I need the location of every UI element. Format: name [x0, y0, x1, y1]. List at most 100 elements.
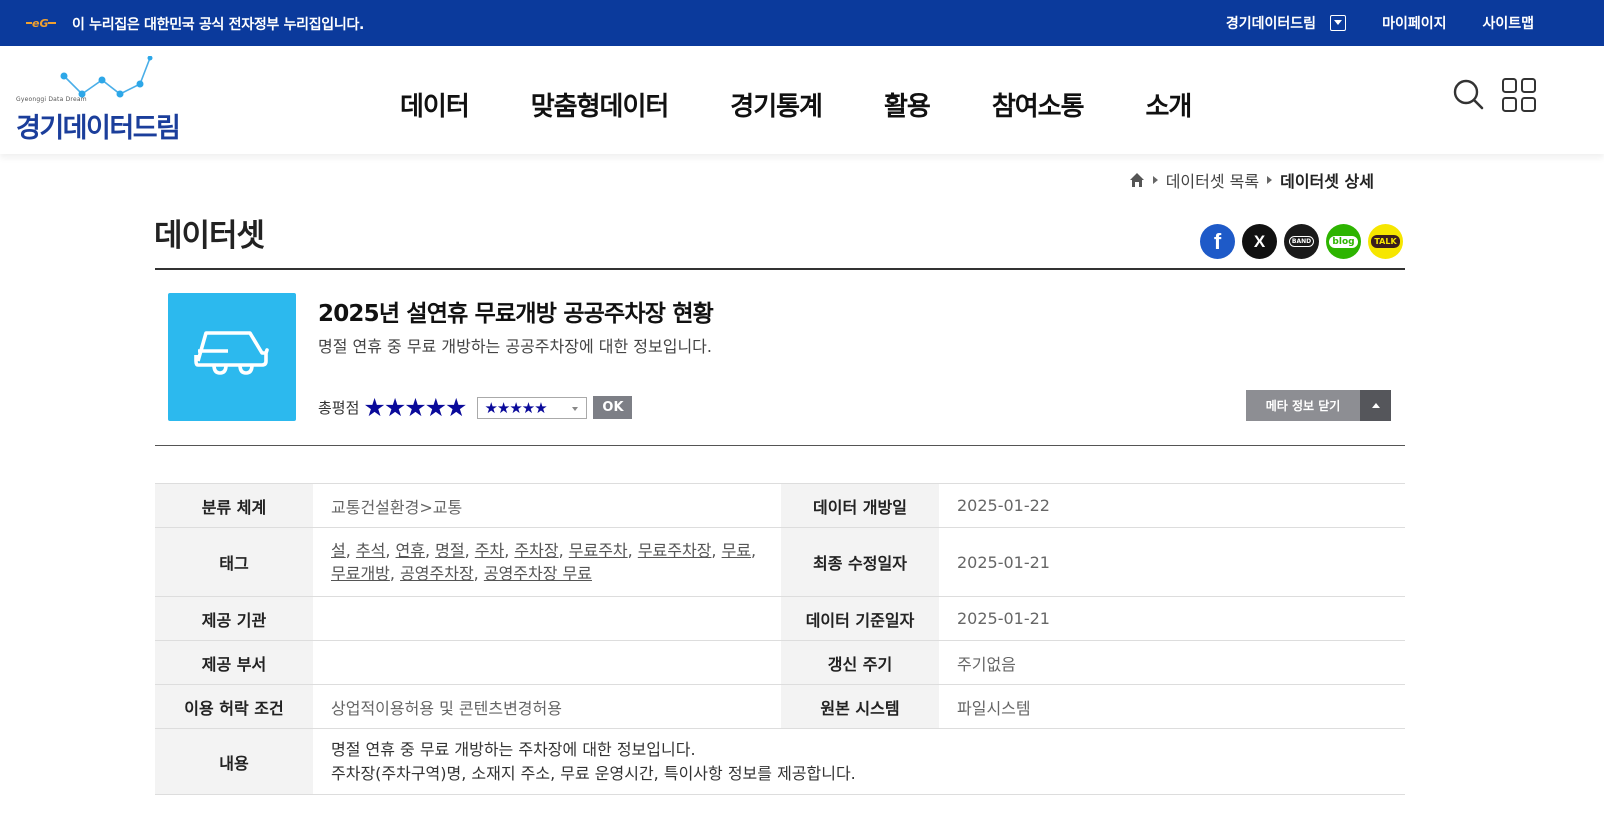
blog-share-icon[interactable]: blog — [1326, 224, 1361, 259]
meta-toggle-button[interactable]: 메타 정보 닫기 — [1246, 390, 1391, 421]
car-icon — [194, 331, 269, 375]
site-link-label: 경기데이터드림 — [1225, 16, 1317, 32]
kakaotalk-share-label: TALK — [1371, 235, 1400, 248]
dropdown-icon[interactable] — [1330, 15, 1347, 31]
rating-area: 총평점 ★★★★★ ★★★★★ OK — [318, 392, 633, 422]
dept-label: 제공 부서 — [155, 640, 313, 685]
tags-value: 설, 추석, 연휴, 명절, 주차, 주차장, 무료주차, 무료주차장, 무료,… — [331, 541, 757, 583]
facebook-share-icon[interactable]: f — [1200, 224, 1235, 259]
tag-link[interactable]: 주차장 — [514, 541, 558, 560]
modified-value: 2025-01-21 — [957, 552, 1050, 572]
site-link[interactable]: 경기데이터드림 — [1225, 13, 1347, 33]
tag-link[interactable]: 무료주차 — [569, 541, 628, 560]
chevron-up-icon — [1360, 390, 1391, 421]
table-row: 태그 설, 추석, 연휴, 명절, 주차, 주차장, 무료주차, 무료주차장, … — [155, 527, 1405, 597]
tag-link[interactable]: 주차 — [475, 541, 504, 560]
nav-participation[interactable]: 참여소통 — [992, 86, 1085, 123]
content-line: 주차장(주차구역)명, 소재지 주소, 무료 운영시간, 특이사항 정보를 제공… — [331, 763, 856, 783]
meta-toggle-label: 메타 정보 닫기 — [1246, 390, 1360, 421]
breadcrumb-dataset-list[interactable]: 데이터셋 목록 — [1166, 168, 1259, 192]
table-row: 제공 기관 데이터 기준일자 2025-01-21 — [155, 596, 1405, 641]
breadcrumb: 데이터셋 목록 데이터셋 상세 — [1129, 168, 1374, 192]
nav-statistics[interactable]: 경기통계 — [730, 86, 823, 123]
tag-link[interactable]: 추석 — [356, 541, 385, 560]
table-row: 이용 허락 조건 상업적이용허용 및 콘텐츠변경허용 원본 시스템 파일시스템 — [155, 684, 1405, 729]
system-value: 파일시스템 — [957, 698, 1031, 718]
svg-text:eG: eG — [32, 17, 49, 30]
rating-select[interactable]: ★★★★★ — [477, 396, 588, 419]
main-nav: 데이터 맞춤형데이터 경기통계 활용 참여소통 소개 — [400, 86, 1253, 123]
breadcrumb-separator — [1267, 176, 1273, 184]
meta-table: 분류 체계 교통건설환경>교통 데이터 개방일 2025-01-22 태그 설,… — [155, 483, 1405, 795]
eg-logo-icon: eG — [26, 17, 56, 30]
breadcrumb-separator — [1152, 176, 1158, 184]
tag-link[interactable]: 무료 — [722, 541, 751, 560]
mypage-link[interactable]: 마이페이지 — [1382, 13, 1446, 33]
dept-value — [313, 641, 781, 685]
site-logo[interactable]: Gyeonggi Data Dream 경기데이터드림 — [16, 56, 181, 146]
rating-ok-button[interactable]: OK — [593, 396, 633, 419]
table-row: 제공 부서 갱신 주기 주기없음 — [155, 640, 1405, 685]
nav-usage[interactable]: 활용 — [884, 86, 931, 123]
dataset-title: 2025년 설연휴 무료개방 공공주차장 현황 — [318, 301, 714, 327]
tag-link[interactable]: 연휴 — [396, 541, 425, 560]
content-line: 명절 연휴 중 무료 개방하는 주차장에 대한 정보입니다. — [331, 739, 696, 759]
utility-links: 경기데이터드림 마이페이지 사이트맵 — [1226, 13, 1534, 33]
tags-label: 태그 — [155, 527, 313, 597]
x-share-icon[interactable]: X — [1242, 224, 1277, 259]
nav-about[interactable]: 소개 — [1146, 86, 1193, 123]
logo-text: 경기데이터드림 — [16, 113, 181, 144]
table-row: 분류 체계 교통건설환경>교통 데이터 개방일 2025-01-22 — [155, 483, 1405, 528]
share-buttons: f X BAND blog TALK — [1200, 224, 1410, 259]
band-share-icon[interactable]: BAND — [1284, 224, 1319, 259]
content-value: 명절 연휴 중 무료 개방하는 주차장에 대한 정보입니다. 주차장(주차구역)… — [313, 729, 1405, 795]
facebook-share-label: f — [1213, 228, 1222, 254]
rating-label: 총평점 — [318, 399, 360, 417]
rating-stars: ★★★★★ — [363, 392, 467, 422]
gov-banner: eG 이 누리집은 대한민국 공식 전자정부 누리집입니다. 경기데이터드림 마… — [0, 0, 1604, 46]
license-value: 상업적이용허용 및 콘텐츠변경허용 — [331, 698, 562, 718]
content-label: 내용 — [155, 728, 313, 795]
table-row: 내용 명절 연휴 중 무료 개방하는 주차장에 대한 정보입니다. 주차장(주차… — [155, 728, 1405, 795]
open-date-value: 2025-01-22 — [957, 496, 1050, 515]
dataset-thumbnail — [168, 293, 296, 421]
logo-subtext: Gyeonggi Data Dream — [16, 96, 87, 103]
org-label: 제공 기관 — [155, 596, 313, 641]
all-menu-icon[interactable] — [1502, 78, 1536, 112]
modified-label: 최종 수정일자 — [781, 527, 939, 597]
nav-custom-data[interactable]: 맞춤형데이터 — [531, 86, 670, 123]
home-icon[interactable] — [1129, 172, 1145, 188]
tag-link[interactable]: 공영주차장 — [400, 564, 474, 583]
tag-link[interactable]: 설 — [331, 541, 346, 560]
breadcrumb-current: 데이터셋 상세 — [1280, 172, 1374, 191]
open-date-label: 데이터 개방일 — [781, 483, 939, 528]
search-icon[interactable] — [1452, 78, 1484, 110]
site-header: Gyeonggi Data Dream 경기데이터드림 데이터 맞춤형데이터 경… — [0, 46, 1604, 154]
category-label: 분류 체계 — [155, 483, 313, 528]
tag-link[interactable]: 무료개방 — [331, 564, 390, 583]
summary-divider — [155, 445, 1405, 446]
base-date-label: 데이터 기준일자 — [781, 596, 939, 641]
blog-share-label: blog — [1329, 235, 1358, 248]
cycle-label: 갱신 주기 — [781, 640, 939, 685]
system-label: 원본 시스템 — [781, 684, 939, 729]
tag-link[interactable]: 무료주차장 — [638, 541, 712, 560]
rating-select-value: ★★★★★ — [484, 398, 547, 417]
category-value: 교통건설환경>교통 — [331, 497, 463, 517]
page-title: 데이터셋 — [154, 218, 265, 254]
kakaotalk-share-icon[interactable]: TALK — [1368, 224, 1403, 259]
nav-data[interactable]: 데이터 — [400, 86, 470, 123]
org-value — [313, 597, 781, 641]
chevron-down-icon — [572, 406, 579, 411]
base-date-value: 2025-01-21 — [957, 609, 1050, 628]
dataset-description: 명절 연휴 중 무료 개방하는 공공주차장에 대한 정보입니다. — [318, 337, 712, 356]
gov-banner-text: 이 누리집은 대한민국 공식 전자정부 누리집입니다. — [72, 17, 365, 33]
sitemap-link[interactable]: 사이트맵 — [1482, 13, 1534, 33]
tag-link[interactable]: 공영주차장 무료 — [484, 564, 592, 583]
cycle-value: 주기없음 — [957, 654, 1016, 674]
tag-link[interactable]: 명절 — [435, 541, 464, 560]
x-share-label: X — [1253, 231, 1266, 251]
license-label: 이용 허락 조건 — [155, 684, 313, 729]
band-share-label: BAND — [1288, 236, 1315, 247]
title-divider — [155, 268, 1405, 270]
